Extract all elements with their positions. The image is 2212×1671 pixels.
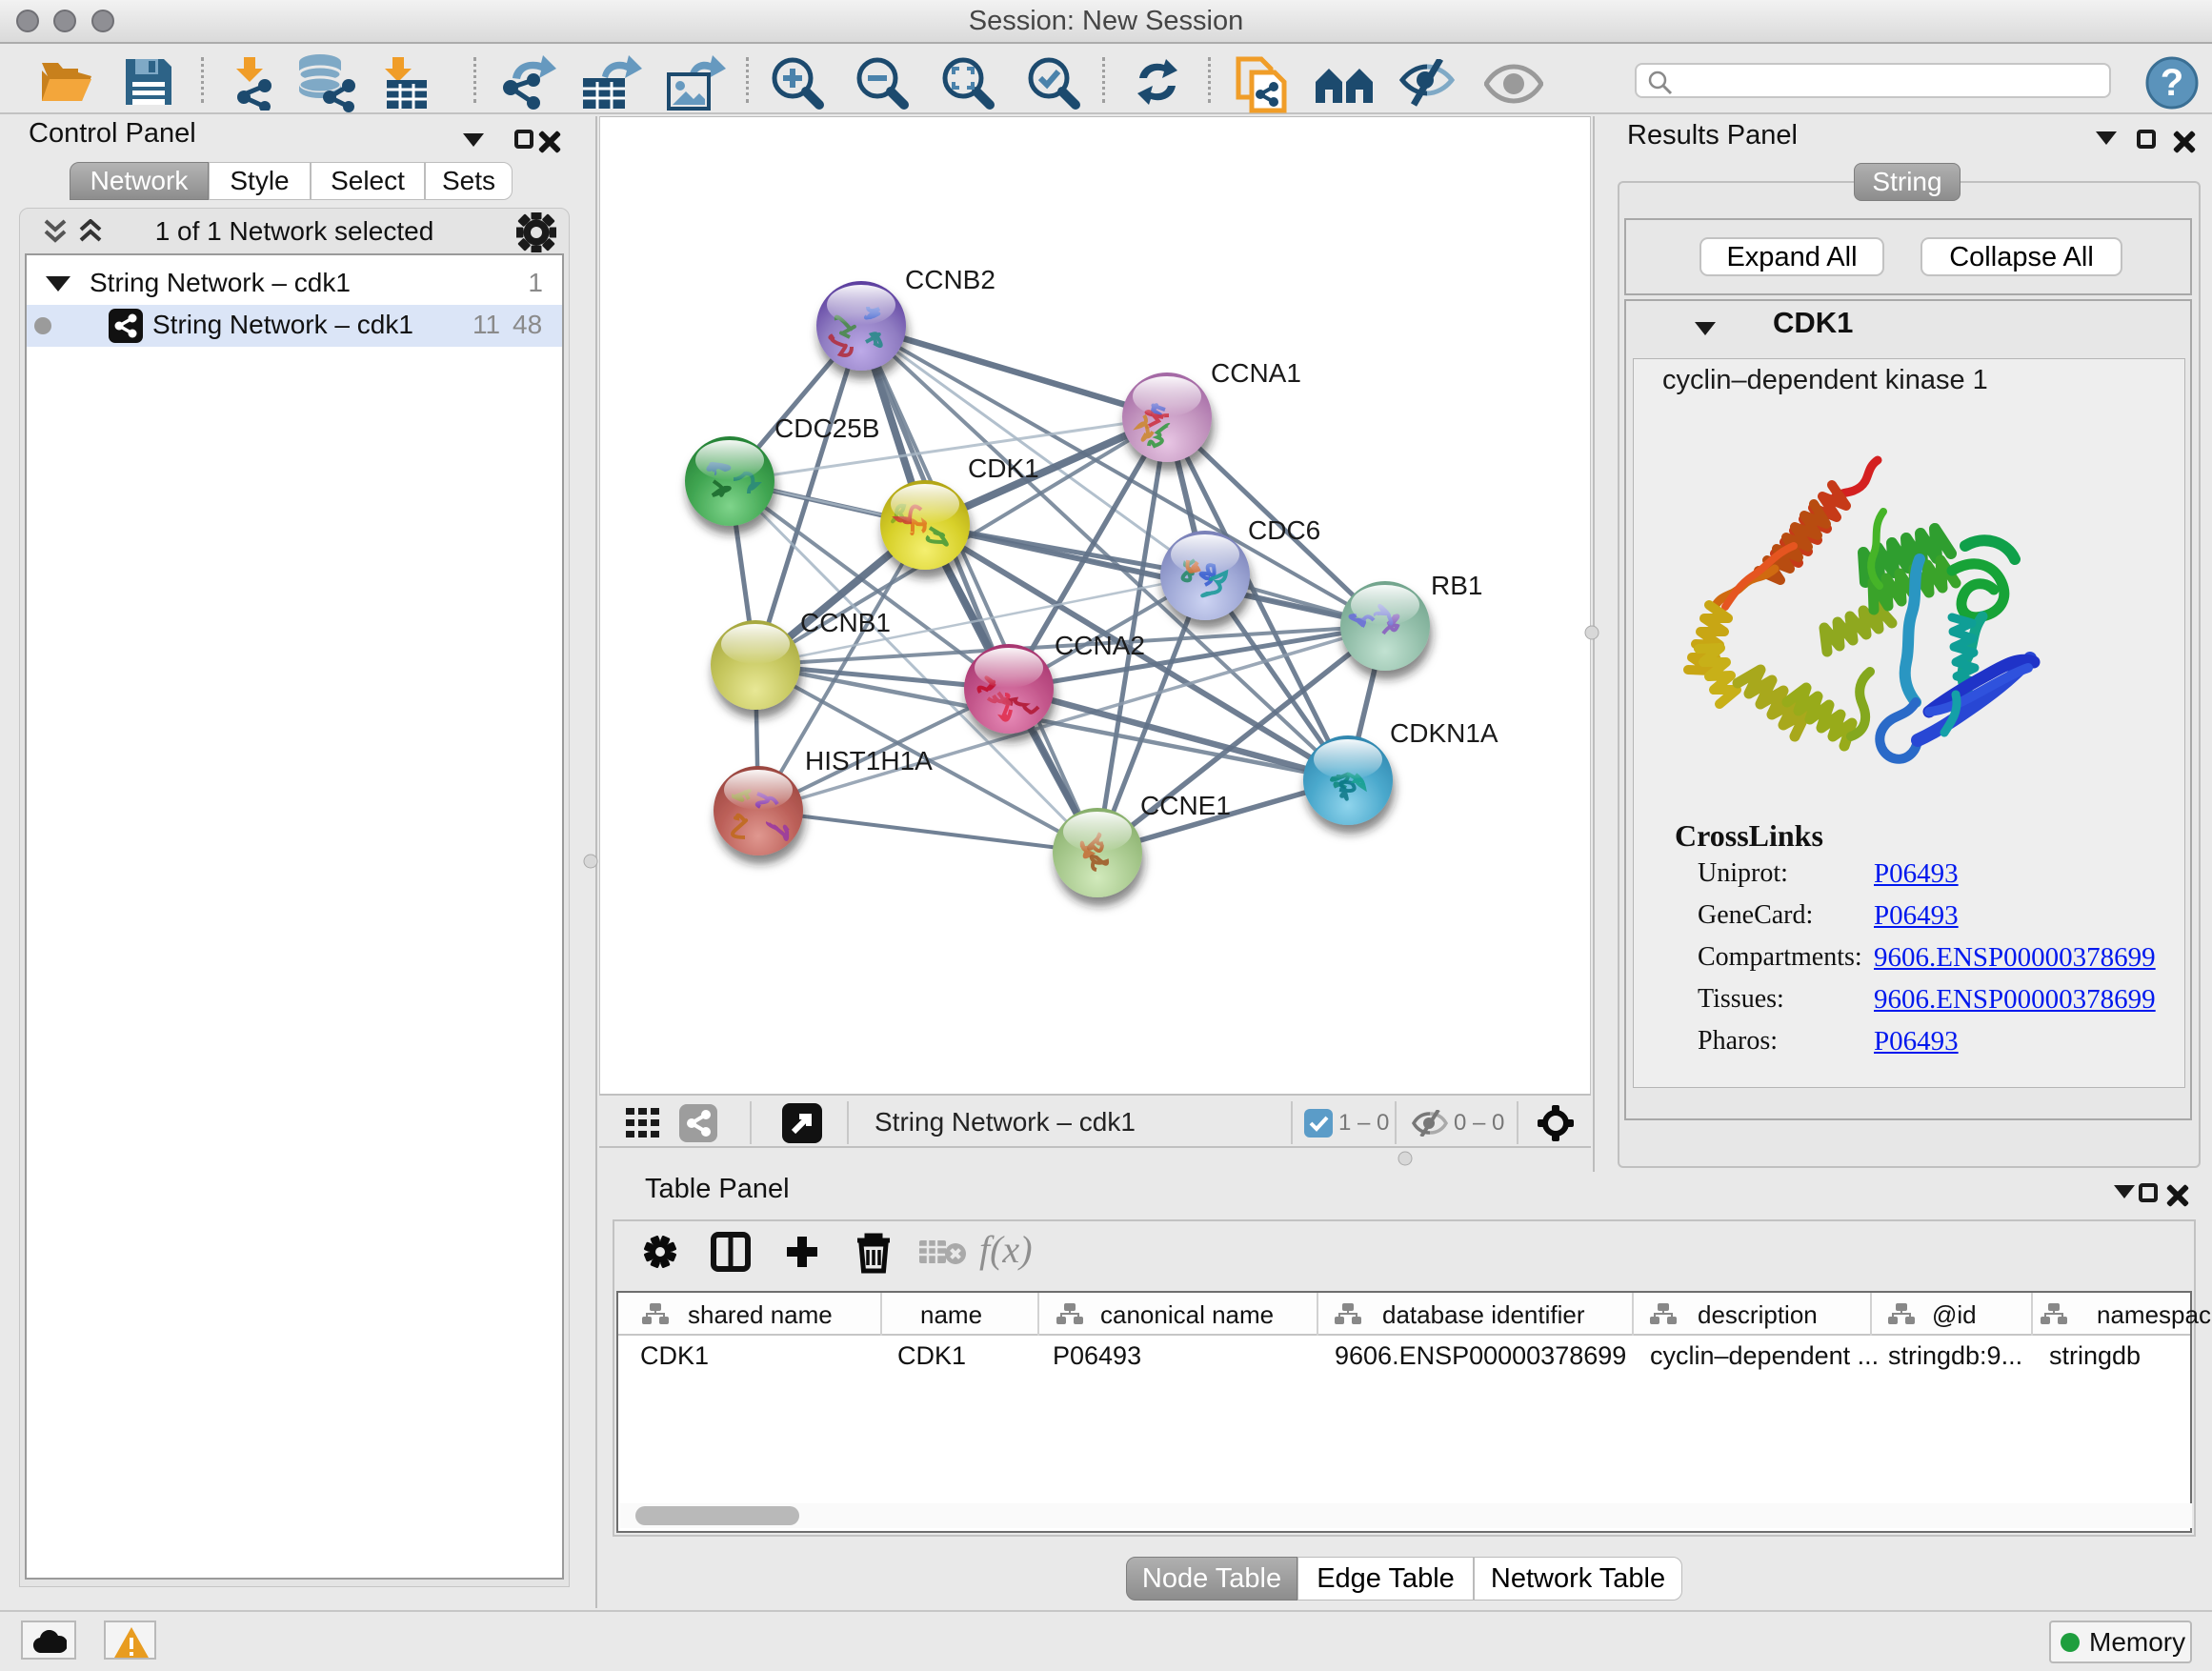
svg-text:CDC25B: CDC25B (774, 413, 879, 443)
svg-text:CCNA1: CCNA1 (1211, 358, 1301, 388)
svg-text:CCNA2: CCNA2 (1055, 631, 1145, 660)
svg-text:CDC6: CDC6 (1248, 515, 1320, 545)
svg-text:CCNE1: CCNE1 (1140, 791, 1231, 820)
svg-text:CDKN1A: CDKN1A (1390, 718, 1498, 748)
svg-text:?: ? (2161, 62, 2183, 104)
svg-text:CDK1: CDK1 (968, 453, 1039, 483)
svg-text:CCNB2: CCNB2 (905, 265, 995, 294)
svg-text:HIST1H1A: HIST1H1A (805, 746, 933, 775)
svg-text:RB1: RB1 (1431, 571, 1482, 600)
svg-text:CCNB1: CCNB1 (800, 608, 891, 637)
